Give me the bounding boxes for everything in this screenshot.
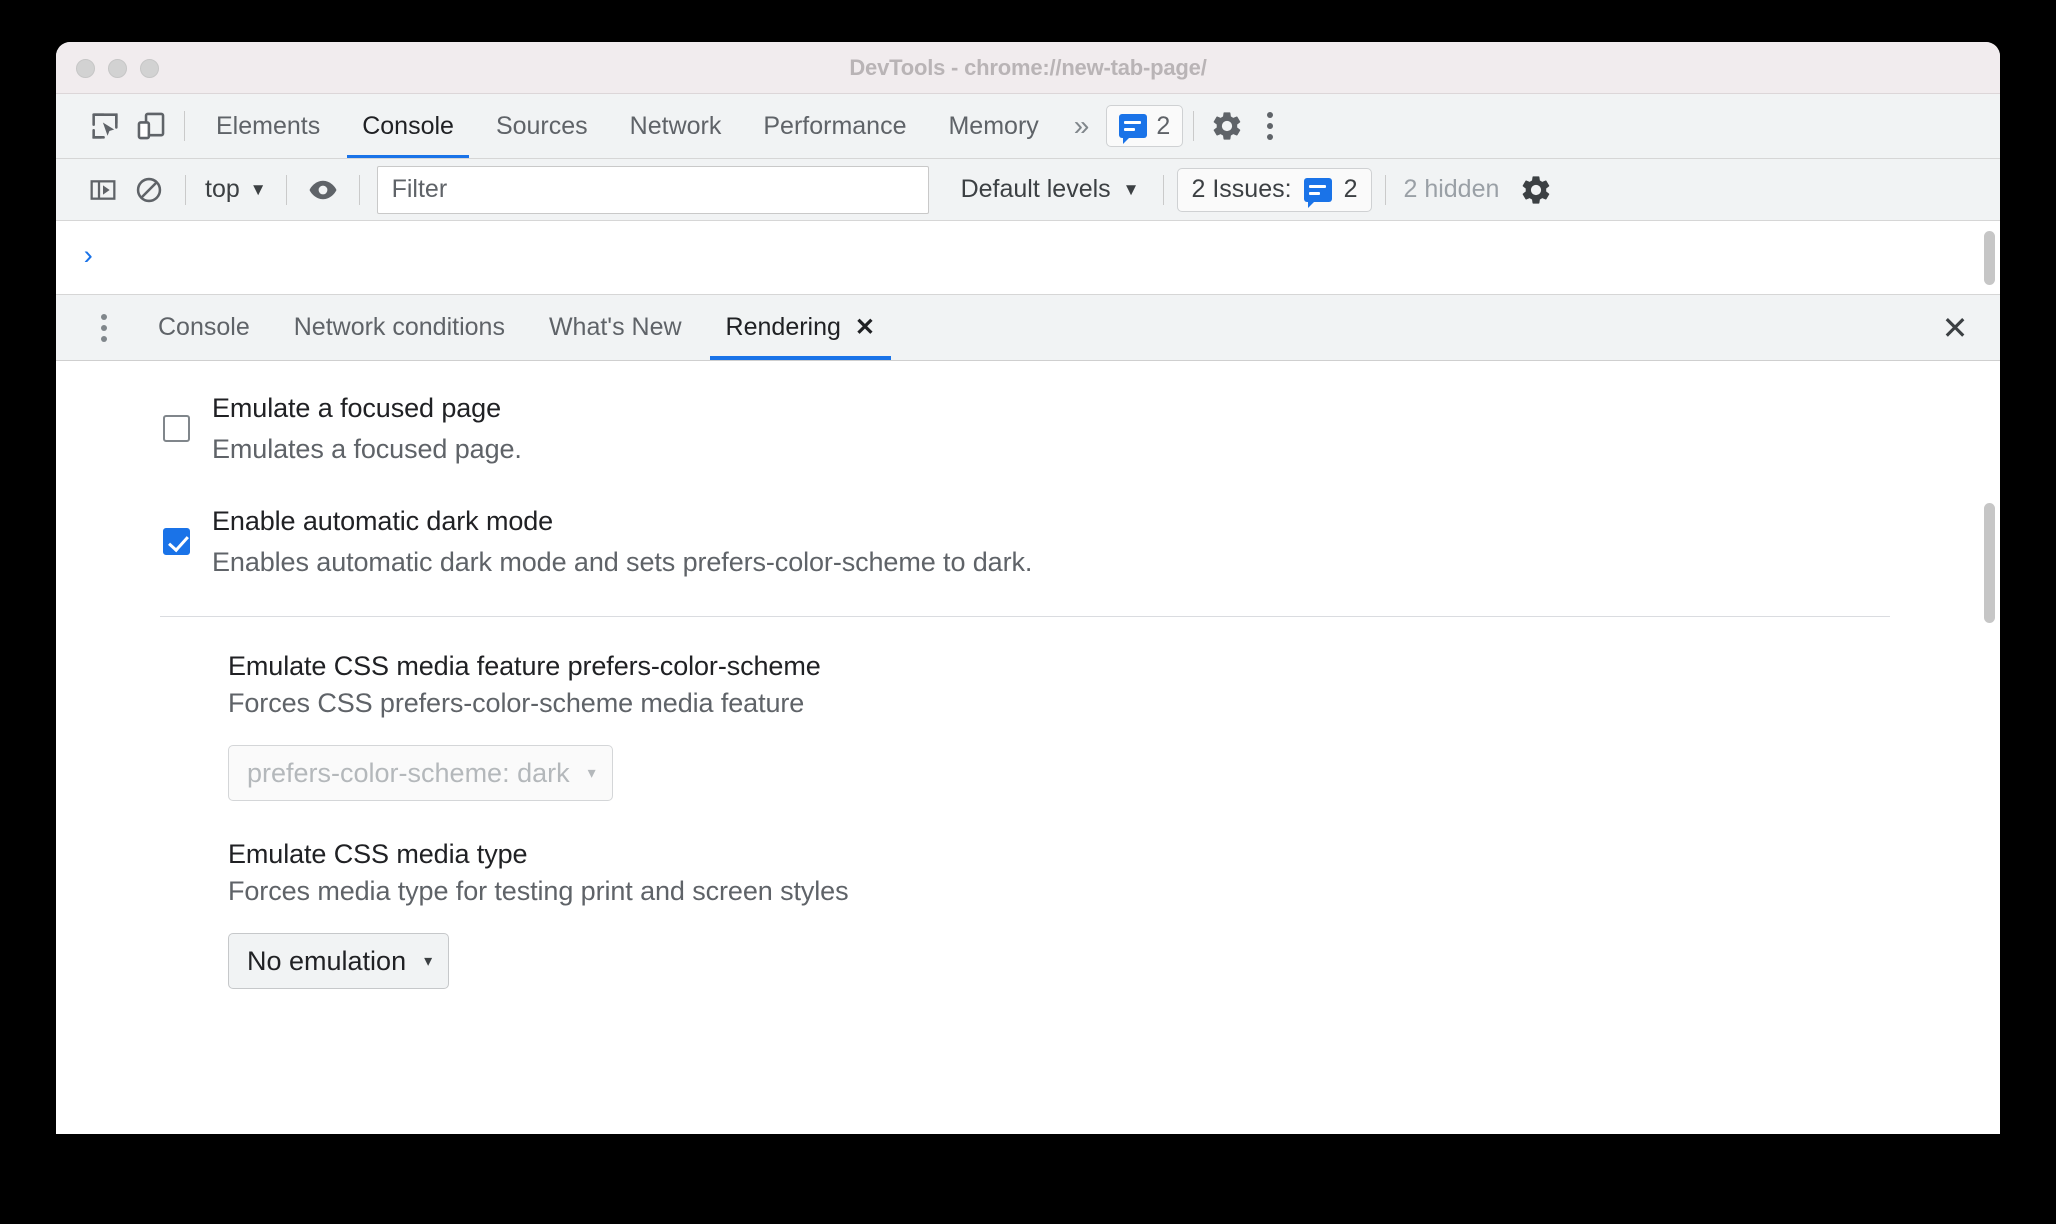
block-css-media-type: Emulate CSS media type Forces media type… [56,839,2000,990]
tab-memory[interactable]: Memory [927,94,1059,158]
devtools-window: DevTools - chrome://new-tab-page/ Elemen… [56,42,2000,1134]
chevron-down-icon: ▼ [1122,179,1140,199]
drawer-tab-label: What's New [548,313,682,341]
issue-bubble-icon [1303,177,1332,208]
enable-automatic-dark-mode-checkbox[interactable] [163,527,190,555]
setting-description: Enables automatic dark mode and sets pre… [212,546,1033,577]
drawer-tab-network-conditions[interactable]: Network conditions [272,295,527,360]
console-sidebar-icon[interactable] [80,167,126,213]
zoom-window-button[interactable] [140,58,159,78]
chevron-down-icon: ▾ [587,765,596,783]
block-description: Forces CSS prefers-color-scheme media fe… [228,688,805,719]
tab-network[interactable]: Network [609,94,743,158]
console-scrollbar[interactable] [1984,231,1995,285]
section-divider [160,616,1890,618]
tab-performance[interactable]: Performance [742,94,927,158]
toolbar-divider [1162,174,1164,205]
clear-console-icon[interactable] [126,167,172,213]
toolbar-divider [1193,111,1195,141]
block-prefers-color-scheme: Emulate CSS media feature prefers-color-… [56,651,2000,802]
setting-description: Emulates a focused page. [212,434,522,465]
gear-icon[interactable] [1204,103,1250,149]
css-media-type-select[interactable]: No emulation ▾ [228,933,450,990]
tab-label: Network [629,111,722,140]
drawer-tab-label: Rendering [725,313,841,341]
console-toolbar: top ▼ Default levels ▼ 2 Issues: 2 2 hid… [56,159,2000,221]
rendering-panel-scrollbar[interactable] [1984,503,1995,623]
tab-console[interactable]: Console [341,94,475,158]
tab-label: Performance [763,111,907,140]
drawer-tab-rendering[interactable]: Rendering ✕ [704,295,897,360]
filter-input[interactable] [376,165,929,214]
block-title: Emulate CSS media feature prefers-color-… [228,651,821,682]
emulate-focused-page-checkbox[interactable] [163,415,190,442]
close-drawer-icon[interactable]: ✕ [1932,305,1978,351]
block-description: Forces media type for testing print and … [228,876,849,907]
console-message-area[interactable]: › [56,221,2000,295]
select-value: prefers-color-scheme: dark [247,757,570,788]
console-prompt-caret: › [80,242,97,273]
issues-label: 2 Issues: [1191,175,1292,203]
tab-label: Memory [948,111,1039,140]
drawer-tab-label: Network conditions [293,313,505,341]
execution-context-selector[interactable]: top ▼ [199,175,273,204]
issues-badge-button[interactable]: 2 [1106,105,1184,147]
issue-bubble-icon [1119,114,1148,144]
chevron-down-icon: ▼ [249,179,267,199]
toolbar-divider [285,174,287,205]
hidden-messages-count: 2 hidden [1403,175,1500,203]
chevron-down-icon: ▾ [424,953,433,971]
tab-elements[interactable]: Elements [195,94,341,158]
rendering-panel: Emulate a focused page Emulates a focuse… [56,361,2000,1133]
main-panel-toolbar: Elements Console Sources Network Perform… [56,94,2000,159]
setting-enable-automatic-dark-mode[interactable]: Enable automatic dark mode Enables autom… [56,504,2000,581]
toolbar-divider [1385,174,1387,205]
kebab-menu-icon[interactable] [1250,103,1290,149]
select-value: No emulation [247,945,407,976]
window-titlebar: DevTools - chrome://new-tab-page/ [56,42,2000,94]
issues-count: 2 [1156,111,1171,140]
setting-emulate-focused-page[interactable]: Emulate a focused page Emulates a focuse… [56,391,2000,468]
minimize-window-button[interactable] [108,58,127,78]
toolbar-divider [184,111,185,141]
levels-label: Default levels [960,175,1111,203]
tab-label: Sources [495,111,588,140]
tab-sources[interactable]: Sources [475,94,609,158]
drawer-tab-console[interactable]: Console [136,295,272,360]
gear-icon[interactable] [1513,167,1559,213]
inspect-element-icon[interactable] [82,103,128,149]
log-levels-selector[interactable]: Default levels ▼ [951,175,1150,204]
traffic-light-group [76,42,159,94]
drawer-tabbar: Console Network conditions What's New Re… [56,295,2000,361]
setting-title: Enable automatic dark mode [212,505,554,536]
block-title: Emulate CSS media type [228,839,528,870]
issues-summary-button[interactable]: 2 Issues: 2 [1176,167,1373,212]
close-window-button[interactable] [76,58,95,78]
close-icon[interactable]: ✕ [855,315,875,340]
tab-label: Elements [216,111,321,140]
window-title: DevTools - chrome://new-tab-page/ [849,54,1207,80]
toolbar-divider [185,174,186,205]
tab-label: Console [362,111,454,140]
drawer-tab-whats-new[interactable]: What's New [527,295,704,360]
setting-text: Emulate a focused page Emulates a focuse… [212,391,522,468]
more-tabs-icon[interactable]: » [1060,110,1101,142]
live-expression-icon[interactable] [300,167,346,213]
issues-count: 2 [1343,175,1358,203]
setting-text: Enable automatic dark mode Enables autom… [212,504,1032,581]
prefers-color-scheme-select[interactable]: prefers-color-scheme: dark ▾ [228,745,613,802]
drawer-kebab-menu-icon[interactable] [80,302,128,354]
setting-title: Emulate a focused page [212,393,501,423]
toolbar-divider [358,174,360,205]
drawer-tab-label: Console [158,313,250,341]
context-label: top [205,175,240,203]
device-toolbar-icon[interactable] [128,103,174,149]
